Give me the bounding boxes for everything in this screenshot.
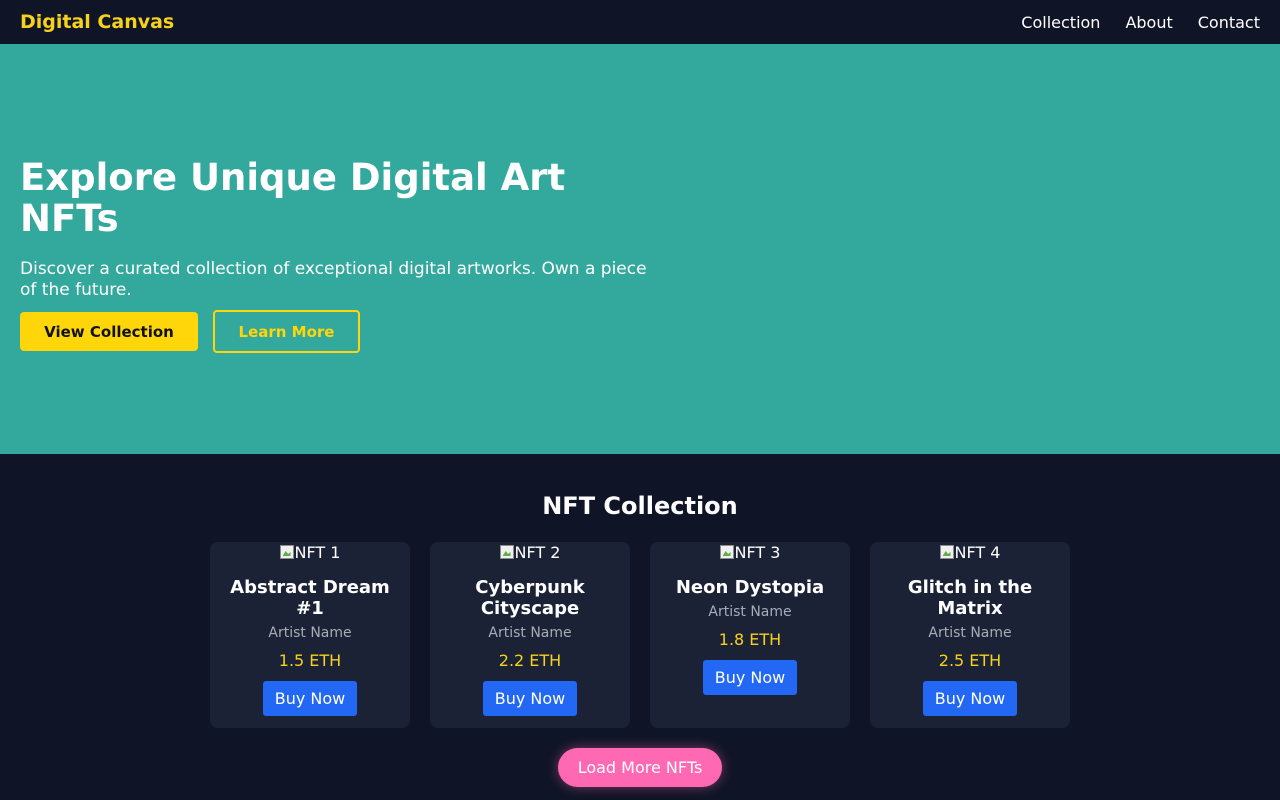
buy-now-button[interactable]: Buy Now: [923, 681, 1017, 716]
nft-title: Glitch in the Matrix: [907, 577, 1033, 619]
nft-card: NFT 4 Glitch in the Matrix Artist Name 2…: [870, 542, 1070, 728]
nft-title: Abstract Dream #1: [230, 577, 390, 619]
nav-link-about[interactable]: About: [1125, 13, 1172, 32]
buy-now-button[interactable]: Buy Now: [263, 681, 357, 716]
broken-image-icon: [279, 545, 294, 559]
learn-more-button[interactable]: Learn More: [213, 310, 360, 353]
hero-subtitle: Discover a curated collection of excepti…: [20, 259, 647, 300]
nft-image: NFT 1: [279, 542, 341, 562]
collection-title: NFT Collection: [542, 492, 738, 520]
nft-price: 2.5 ETH: [938, 651, 1002, 670]
main-nav: Collection About Contact: [1021, 13, 1260, 32]
nft-image-alt: NFT 3: [734, 542, 781, 562]
nft-image: NFT 3: [719, 542, 781, 562]
nft-image-alt: NFT 1: [294, 542, 341, 562]
nft-card: NFT 2 Cyberpunk Cityscape Artist Name 2.…: [430, 542, 630, 728]
brand-logo-text[interactable]: Digital Canvas: [20, 11, 174, 33]
nav-link-contact[interactable]: Contact: [1198, 13, 1260, 32]
nft-price: 2.2 ETH: [498, 651, 562, 670]
broken-image-icon: [499, 545, 514, 559]
nft-card: NFT 1 Abstract Dream #1 Artist Name 1.5 …: [210, 542, 410, 728]
nft-artist: Artist Name: [708, 604, 792, 620]
nft-title: Cyberpunk Cityscape: [475, 577, 585, 619]
buy-now-button[interactable]: Buy Now: [483, 681, 577, 716]
nft-price: 1.8 ETH: [718, 630, 782, 649]
nft-card: NFT 3 Neon Dystopia Artist Name 1.8 ETH …: [650, 542, 850, 728]
load-more-button[interactable]: Load More NFTs: [558, 748, 722, 787]
broken-image-icon: [719, 545, 734, 559]
buy-now-button[interactable]: Buy Now: [703, 660, 797, 695]
nav-link-collection[interactable]: Collection: [1021, 13, 1100, 32]
nft-image: NFT 4: [939, 542, 1001, 562]
broken-image-icon: [939, 545, 954, 559]
nft-image-alt: NFT 4: [954, 542, 1001, 562]
nft-artist: Artist Name: [268, 625, 352, 641]
nft-image: NFT 2: [499, 542, 561, 562]
nft-card-grid: NFT 1 Abstract Dream #1 Artist Name 1.5 …: [210, 542, 1070, 728]
hero-title: Explore Unique Digital Art NFTs: [20, 156, 566, 240]
nft-artist: Artist Name: [488, 625, 572, 641]
hero-section: Explore Unique Digital Art NFTs Discover…: [0, 44, 1280, 454]
nft-price: 1.5 ETH: [278, 651, 342, 670]
nft-artist: Artist Name: [928, 625, 1012, 641]
top-navbar: Digital Canvas Collection About Contact: [0, 0, 1280, 44]
nft-title: Neon Dystopia: [675, 577, 825, 598]
nft-image-alt: NFT 2: [514, 542, 561, 562]
view-collection-button[interactable]: View Collection: [20, 312, 198, 351]
